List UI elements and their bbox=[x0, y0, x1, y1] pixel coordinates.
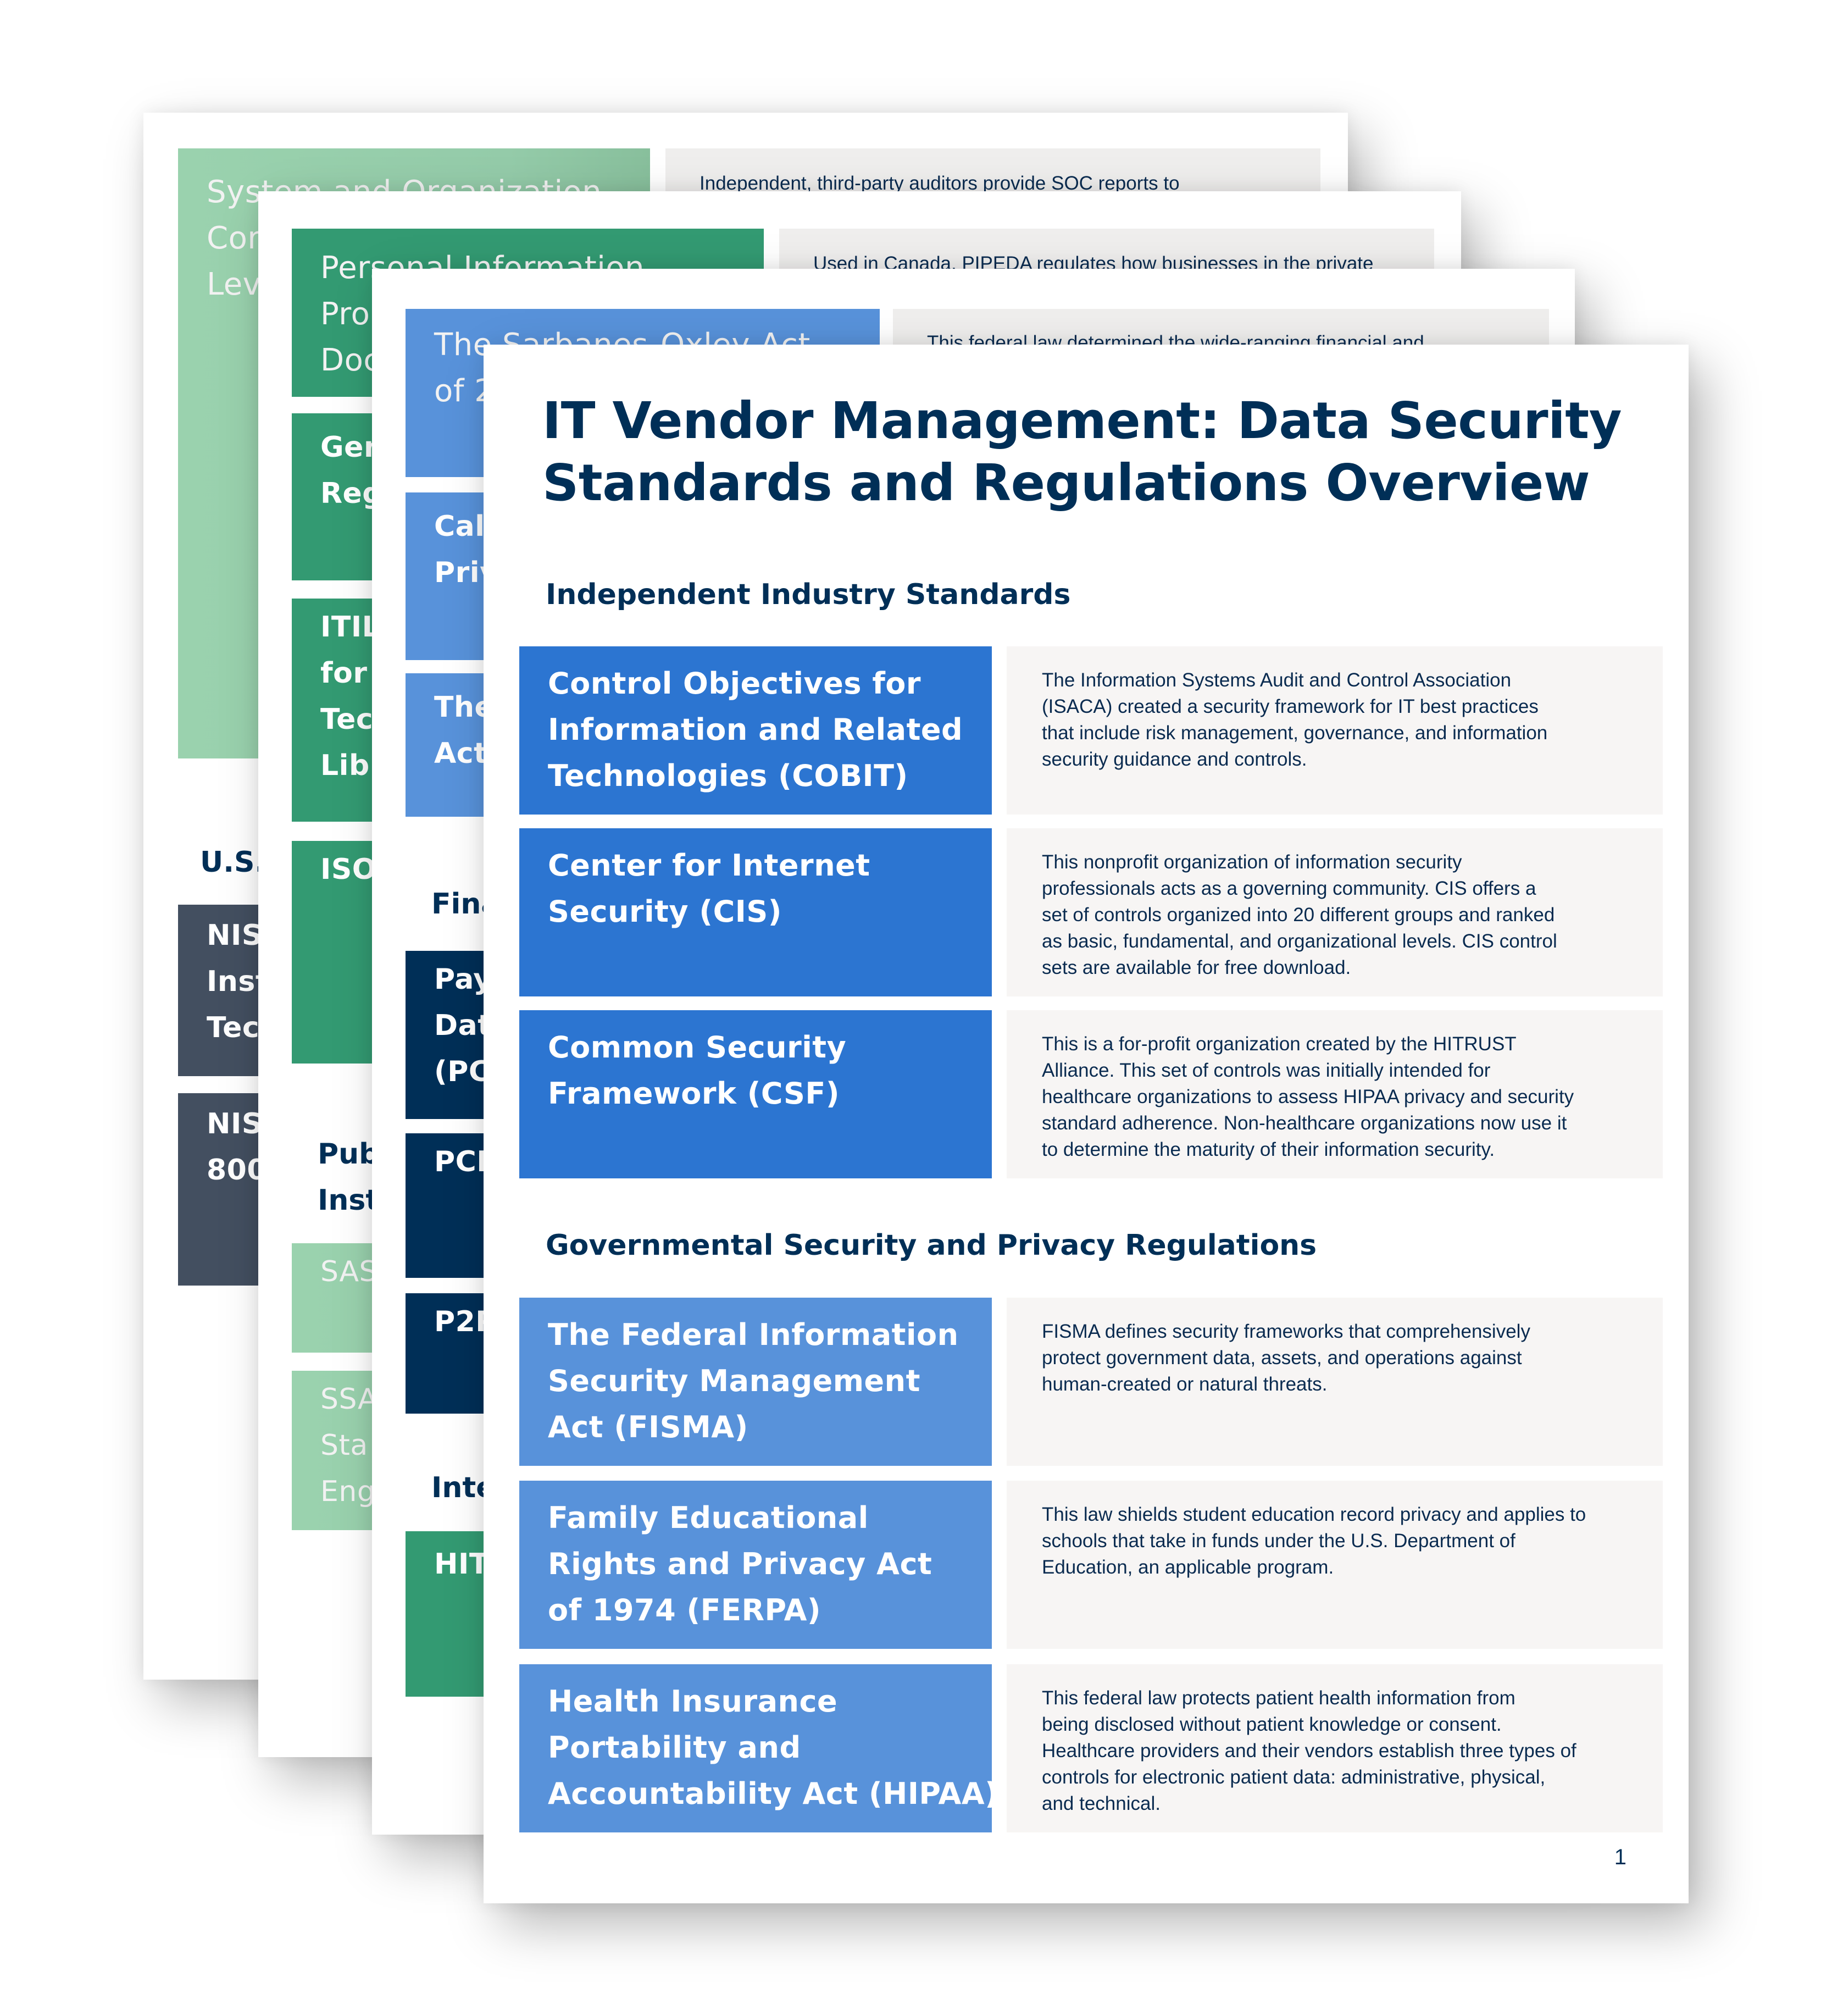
cobit-description: The Information Systems Audit and Contro… bbox=[1042, 669, 1548, 770]
hitrust-label: HIT bbox=[434, 1548, 489, 1581]
row-label-hipaa: Health Insurance Portability and Account… bbox=[519, 1664, 998, 1832]
csf-label: Common Security Framework (CSF) bbox=[548, 1030, 847, 1111]
row-desc-hipaa: This federal law protects patient health… bbox=[1007, 1664, 1663, 1832]
csf-description: This is a for-profit organization create… bbox=[1042, 1033, 1574, 1160]
public-heading: Pub Inst bbox=[318, 1138, 380, 1217]
row-label-fisma: The Federal Information Security Managem… bbox=[519, 1298, 992, 1466]
row-label-csf: Common Security Framework (CSF) bbox=[519, 1010, 992, 1178]
front-page: IT Vendor Management: Data Security Stan… bbox=[484, 345, 1689, 1903]
page-number: 1 bbox=[1614, 1845, 1626, 1869]
ssae-label: SSA Sta Eng bbox=[320, 1383, 378, 1508]
section-heading-industry-standards: Independent Industry Standards bbox=[546, 578, 1071, 611]
row-label-ferpa: Family Educational Rights and Privacy Ac… bbox=[519, 1481, 992, 1649]
cis-description: This nonprofit organization of informati… bbox=[1042, 851, 1557, 978]
row-desc-csf: This is a for-profit organization create… bbox=[1007, 1010, 1663, 1178]
row-label-cis: Center for Internet Security (CIS) bbox=[519, 828, 992, 996]
fisma-label: The Federal Information Security Managem… bbox=[548, 1317, 959, 1444]
row-desc-fisma: FISMA defines security frameworks that c… bbox=[1007, 1298, 1663, 1466]
cobit-label: Control Objectives for Information and R… bbox=[548, 666, 963, 793]
pci-label: PCI bbox=[434, 1145, 488, 1178]
itil-label: ITIL for Tec Lib bbox=[320, 611, 381, 782]
row-desc-cis: This nonprofit organization of informati… bbox=[1007, 828, 1663, 996]
row-desc-cobit: The Information Systems Audit and Contro… bbox=[1007, 646, 1663, 815]
hipaa-description: This federal law protects patient health… bbox=[1042, 1687, 1576, 1814]
hipaa-label: Health Insurance Portability and Account… bbox=[548, 1684, 999, 1811]
row-label-cobit: Control Objectives for Information and R… bbox=[519, 646, 992, 815]
section-heading-governmental-regulations: Governmental Security and Privacy Regula… bbox=[546, 1229, 1317, 1262]
ferpa-description: This law shields student education recor… bbox=[1042, 1504, 1586, 1578]
us-heading: U.S. bbox=[200, 846, 266, 879]
ferpa-label: Family Educational Rights and Privacy Ac… bbox=[548, 1500, 932, 1627]
cis-label: Center for Internet Security (CIS) bbox=[548, 848, 870, 929]
page-title: IT Vendor Management: Data Security Stan… bbox=[542, 391, 1622, 512]
sas-label: SAS bbox=[320, 1255, 378, 1288]
row-desc-ferpa: This law shields student education recor… bbox=[1007, 1481, 1663, 1649]
fisma-description: FISMA defines security frameworks that c… bbox=[1042, 1321, 1530, 1395]
iso-label: ISO bbox=[320, 853, 377, 886]
